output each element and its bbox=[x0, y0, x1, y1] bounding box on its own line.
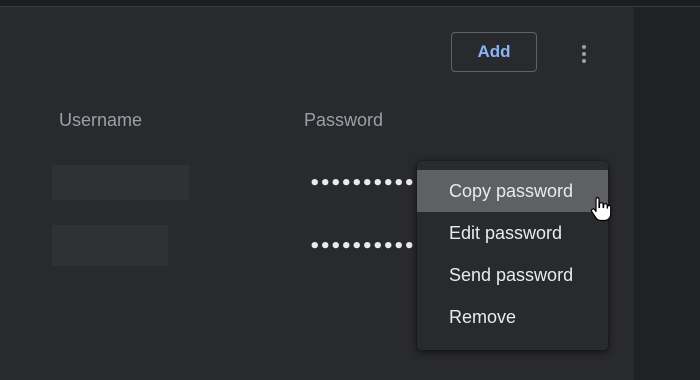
password-cell: •••••••••• bbox=[309, 236, 415, 257]
kebab-dot bbox=[582, 45, 586, 49]
password-cell: •••••••••• bbox=[309, 173, 415, 194]
add-password-button[interactable]: Add bbox=[451, 32, 537, 72]
window-top-edge bbox=[0, 0, 700, 7]
more-vert-icon[interactable] bbox=[570, 40, 598, 68]
password-column-header: Password bbox=[304, 110, 384, 130]
kebab-dot bbox=[582, 59, 586, 63]
kebab-dot bbox=[582, 52, 586, 56]
username-column-header: Username bbox=[59, 110, 143, 130]
copy-password-menu-item[interactable]: Copy password bbox=[417, 170, 608, 212]
side-pane bbox=[634, 7, 700, 380]
username-cell bbox=[52, 165, 189, 200]
password-context-menu: Copy password Edit password Send passwor… bbox=[417, 161, 608, 350]
remove-menu-item[interactable]: Remove bbox=[417, 296, 608, 338]
send-password-menu-item[interactable]: Send password bbox=[417, 254, 608, 296]
hand-pointer-cursor-icon bbox=[590, 196, 612, 222]
edit-password-menu-item[interactable]: Edit password bbox=[417, 212, 608, 254]
username-cell bbox=[52, 225, 168, 266]
